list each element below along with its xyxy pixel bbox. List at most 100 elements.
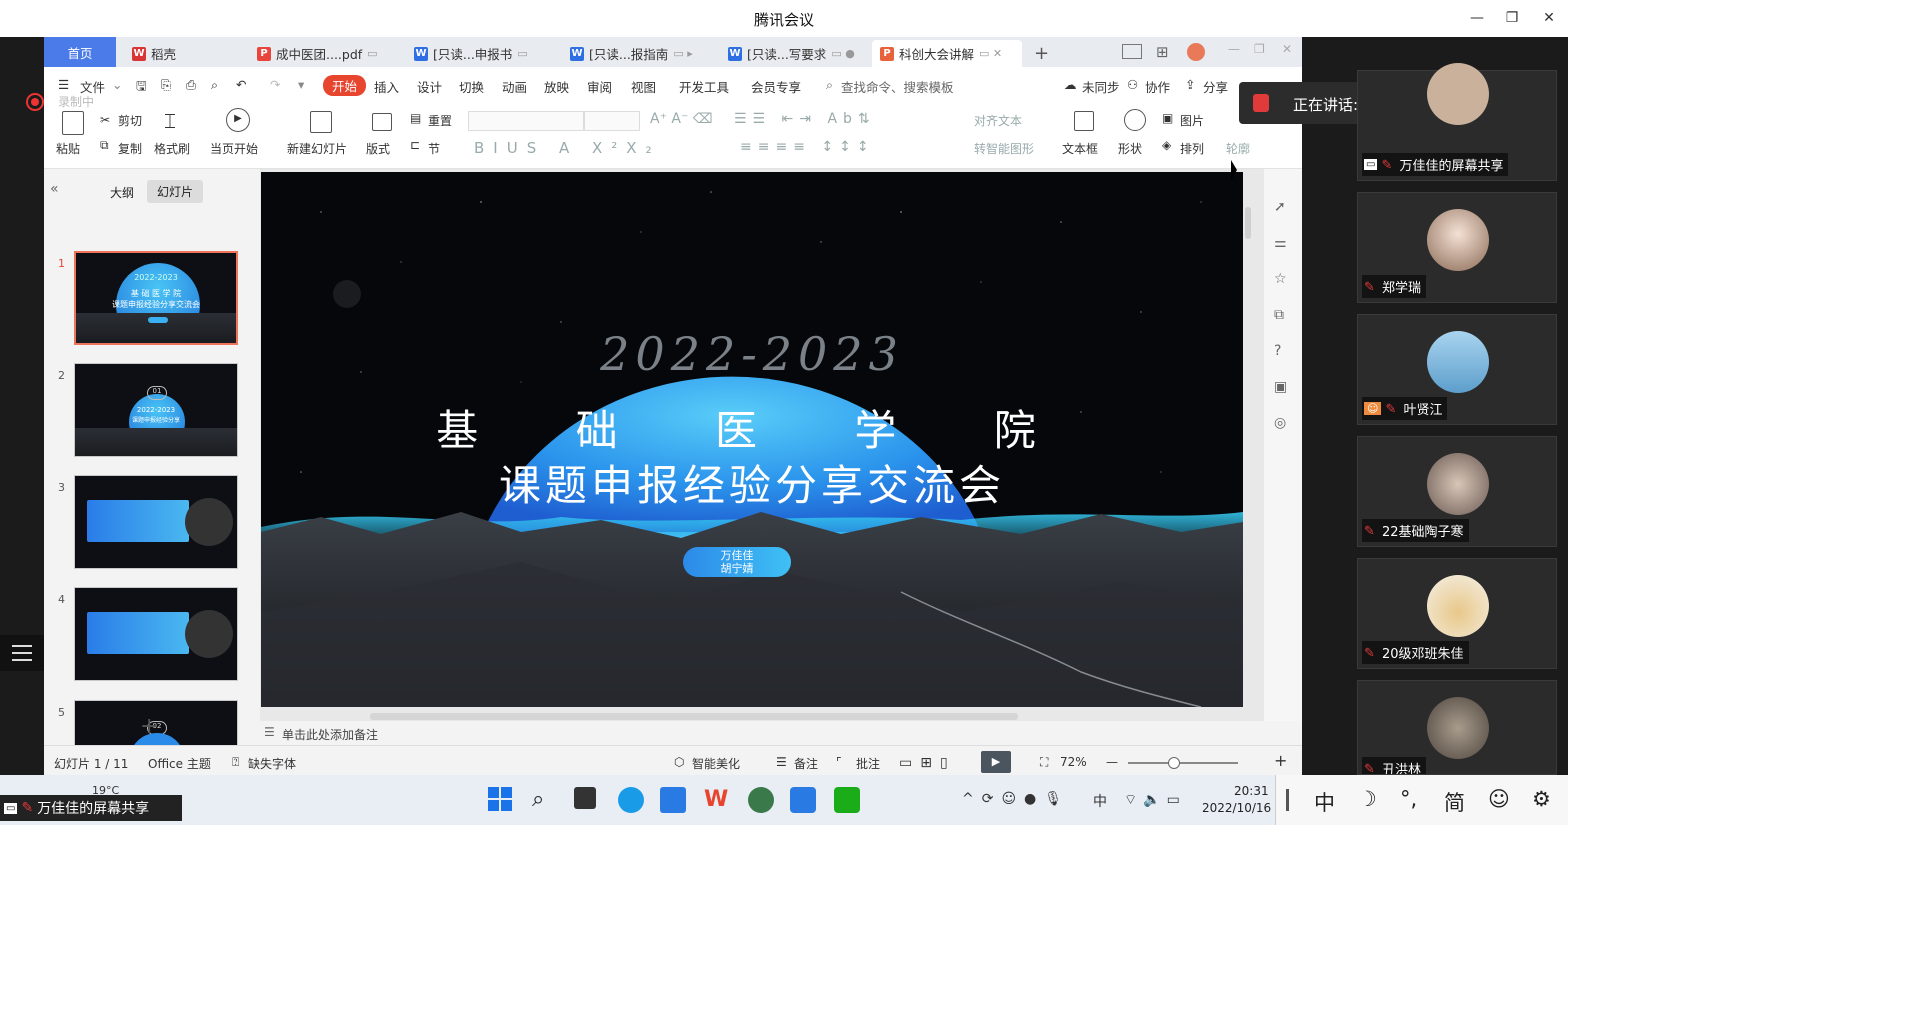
command-search-input[interactable]: 查找命令、搜索模板 <box>841 77 954 96</box>
redo-icon[interactable]: ↷ <box>270 77 280 92</box>
add-slide-button[interactable]: + <box>140 714 158 739</box>
tab-transition[interactable]: 切换 <box>459 77 484 96</box>
picture-button[interactable]: 图片 <box>1180 112 1204 129</box>
comment-button[interactable]: 批注 <box>856 755 880 772</box>
tab-doc-1[interactable]: W [只读...申报书 ▭ <box>406 40 536 67</box>
wechat-icon[interactable] <box>834 787 860 813</box>
location-icon[interactable]: ◎ <box>1274 415 1286 431</box>
edge-icon[interactable] <box>618 787 644 813</box>
view-mode-icons[interactable]: ▭⊞▯ <box>899 755 956 771</box>
beautify-button[interactable]: 智能美化 <box>692 755 740 772</box>
minimize-wps-button[interactable]: — <box>1228 42 1240 56</box>
collapse-panel-icon[interactable]: « <box>50 181 59 197</box>
unsynced-button[interactable]: 未同步 <box>1082 77 1120 96</box>
photos-icon[interactable] <box>790 787 816 813</box>
restore-button[interactable]: ❐ <box>1497 6 1527 30</box>
task-view-icon[interactable] <box>574 787 596 809</box>
pin-icon[interactable]: ☆ <box>1274 271 1287 287</box>
window-layout-icon[interactable] <box>1122 44 1142 59</box>
zoom-level[interactable]: 72% <box>1060 755 1087 769</box>
tab-view[interactable]: 视图 <box>631 77 656 96</box>
export-icon[interactable]: ⎘ <box>161 77 171 93</box>
tab-home[interactable]: 首页 <box>44 37 116 67</box>
minimize-button[interactable]: — <box>1462 6 1492 30</box>
tab-doc-2[interactable]: W [只读...报指南 ▭ ▸ <box>562 40 701 67</box>
slide-title-1[interactable]: 基 础 医 学 院 <box>261 397 1243 458</box>
notes-toggle-button[interactable]: 备注 <box>794 755 818 772</box>
new-tab-button[interactable]: + <box>1026 40 1057 67</box>
help-icon[interactable]: ? <box>1274 343 1281 359</box>
align-text-button[interactable]: 对齐文本 <box>974 112 1022 129</box>
participant-card[interactable]: ✎ 20级邓班朱佳 <box>1357 558 1557 669</box>
print-icon[interactable]: ⎙ <box>186 77 196 93</box>
outline-button[interactable]: 轮廓 <box>1226 140 1250 157</box>
maximize-wps-button[interactable]: ❐ <box>1254 42 1265 56</box>
participant-card[interactable]: ✎ 丑洪林 <box>1357 680 1557 775</box>
transition-icon[interactable]: ⧉ <box>1274 307 1284 323</box>
textbox-button[interactable]: 文本框 <box>1062 140 1098 157</box>
tab-daoke[interactable]: W 稻壳 <box>124 40 184 67</box>
tab-kaishi[interactable]: 开始 <box>323 75 367 96</box>
section-button[interactable]: 节 <box>428 140 440 157</box>
preview-icon[interactable]: ⌕ <box>211 77 218 93</box>
tab-animation[interactable]: 动画 <box>502 77 527 96</box>
grid-icon[interactable]: ⊞ <box>1156 43 1169 61</box>
windows-start-icon[interactable] <box>488 787 514 813</box>
rocket-icon[interactable]: ➚ <box>1274 199 1286 215</box>
reset-button[interactable]: 重置 <box>428 112 452 129</box>
tab-member[interactable]: 会员专享 <box>751 77 801 96</box>
list-icons[interactable]: ☰☰ ⇤⇥ Ab⇅ <box>734 111 876 127</box>
clock-date[interactable]: 2022/10/16 <box>1202 801 1271 815</box>
mail-icon[interactable] <box>660 787 686 813</box>
zoom-in-button[interactable]: + <box>1274 751 1287 770</box>
arrange-button[interactable]: 排列 <box>1180 140 1204 157</box>
font-size-select[interactable] <box>584 111 640 131</box>
weather-temp[interactable]: 19°C <box>92 784 119 797</box>
align-icons[interactable]: ≡≡≡≡ ↕↕↕ <box>740 139 875 155</box>
save-icon[interactable]: 🖫 <box>136 77 147 98</box>
font-style-icons[interactable]: BIUS A X²X₂ <box>474 139 661 157</box>
presenter-pill[interactable]: 万佳佳 胡宁婧 <box>683 547 791 577</box>
play-slideshow-button[interactable]: ▶ <box>981 751 1011 773</box>
close-button[interactable]: ✕ <box>1534 6 1564 30</box>
tab-insert[interactable]: 插入 <box>374 77 399 96</box>
new-slide-button[interactable]: 新建幻灯片 <box>287 140 347 157</box>
participant-card[interactable]: ▭ ✎ 万佳佳的屏幕共享 <box>1357 63 1557 181</box>
share-button[interactable]: 分享 <box>1203 77 1228 96</box>
current-slide[interactable]: 2022-2023 基 础 医 学 院 课题申报经验分享交流会 万佳佳 胡宁婧 <box>261 172 1243 707</box>
slide-year[interactable]: 2022-2023 <box>261 327 1243 381</box>
collab-button[interactable]: 协作 <box>1145 77 1170 96</box>
zoom-slider[interactable] <box>1128 757 1238 769</box>
slide-thumbnail-1[interactable]: 2022-2023 基 础 医 学 院 课题申报经验分享交流会 <box>74 251 238 345</box>
tray-icons[interactable]: ^⟳☺●🎙 <box>962 791 1070 807</box>
close-wps-button[interactable]: ✕ <box>1282 42 1292 56</box>
font-size-increase-icon[interactable]: A⁺ A⁻ ⌫ <box>650 111 713 127</box>
slide-thumbnail-2[interactable]: 01 2022-2023 课题申报经验分享 <box>74 363 238 457</box>
chevron-down-icon[interactable]: ⌄ <box>112 77 122 92</box>
tab-review[interactable]: 审阅 <box>587 77 612 96</box>
paste-button[interactable]: 粘贴 <box>56 140 80 157</box>
missing-font-button[interactable]: 缺失字体 <box>248 755 296 772</box>
app-icon[interactable] <box>748 787 774 813</box>
theme-label[interactable]: Office 主题 <box>148 755 211 772</box>
hamburger-icon[interactable]: ☰ <box>58 77 69 92</box>
format-painter-button[interactable]: 格式刷 <box>154 140 190 157</box>
ime-grip-icon[interactable] <box>1286 789 1289 811</box>
copy-button[interactable]: 复制 <box>118 140 142 157</box>
tab-pdf[interactable]: P 成中医团....pdf ▭ <box>249 40 386 67</box>
notes-input[interactable]: 单击此处添加备注 <box>282 726 378 743</box>
zoom-out-button[interactable]: — <box>1106 755 1118 769</box>
fit-icon[interactable]: ⛶ <box>1040 755 1048 770</box>
screen-share-banner[interactable]: ▭ ✎ 万佳佳的屏幕共享 <box>0 795 182 821</box>
font-family-select[interactable] <box>468 111 584 131</box>
tab-slideshow[interactable]: 放映 <box>544 77 569 96</box>
ime-simplified-toggle[interactable]: 简 <box>1444 787 1465 817</box>
network-volume-icons[interactable]: ⌔🔈▭ <box>1124 791 1186 809</box>
slide-thumbnail-3[interactable] <box>74 475 238 569</box>
sliders-icon[interactable]: ⚌ <box>1274 235 1287 251</box>
ime-emoji-icon[interactable]: ☺ <box>1488 787 1510 811</box>
tab-ppt-active[interactable]: P 科创大会讲解 ▭ ✕ <box>872 40 1022 67</box>
smart-shape-button[interactable]: 转智能图形 <box>974 140 1034 157</box>
ime-punctuation-icon[interactable]: °, <box>1400 787 1417 811</box>
search-icon[interactable]: ⌕ <box>532 787 558 813</box>
